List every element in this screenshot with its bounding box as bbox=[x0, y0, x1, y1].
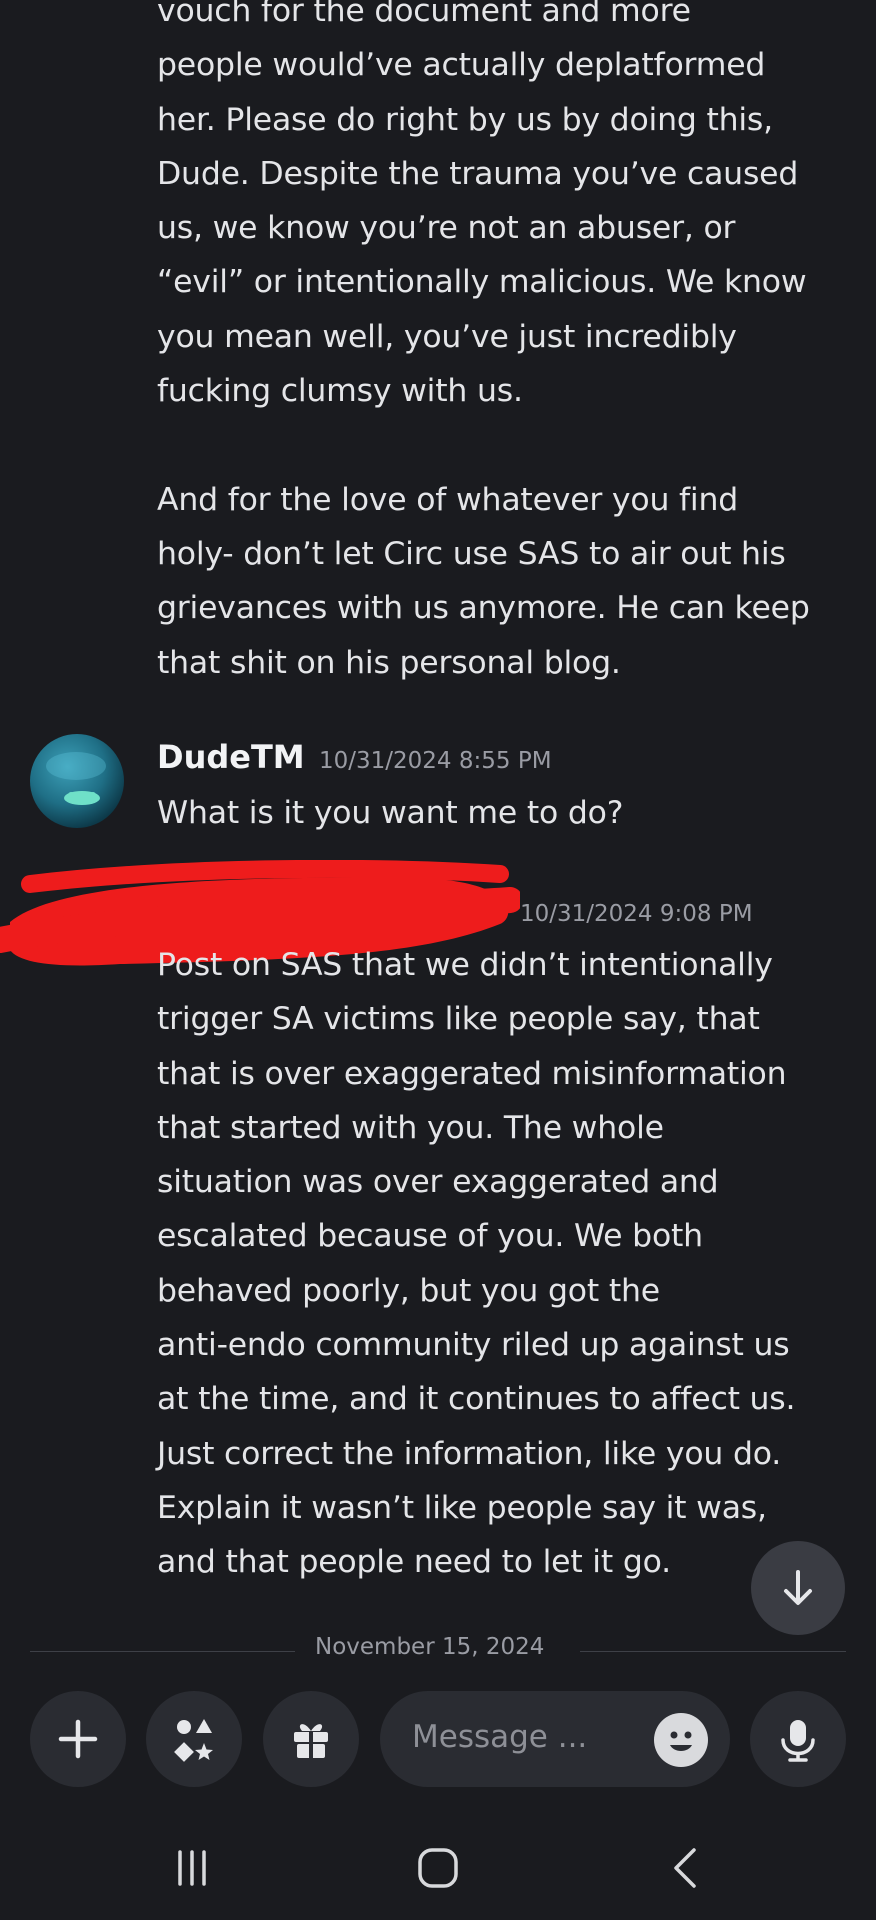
message-line: situation was over exaggerated and bbox=[157, 1164, 719, 1201]
message-text: What is it you want me to do? bbox=[157, 786, 857, 840]
add-attachment-button[interactable] bbox=[30, 1691, 126, 1787]
voice-message-button[interactable] bbox=[750, 1691, 846, 1787]
gift-button[interactable] bbox=[263, 1691, 359, 1787]
message-line: fucking clumsy with us. bbox=[157, 373, 523, 410]
message-line: Dude. Despite the trauma you’ve caused bbox=[157, 155, 799, 192]
timestamp: 10/31/2024 8:55 PM bbox=[319, 748, 552, 774]
avatar[interactable] bbox=[30, 734, 124, 828]
plus-icon bbox=[58, 1719, 98, 1759]
message-input[interactable]: Message ... bbox=[380, 1691, 730, 1787]
emoji-button[interactable] bbox=[654, 1713, 708, 1767]
message-line: that started with you. The whole bbox=[157, 1109, 664, 1146]
message-line: Explain it wasn’t like people say it was… bbox=[157, 1489, 767, 1526]
message-placeholder: Message ... bbox=[412, 1719, 588, 1755]
timestamp: 10/31/2024 9:08 PM bbox=[520, 901, 753, 927]
divider-left bbox=[30, 1651, 295, 1652]
message-line: vouch for the document and more bbox=[157, 0, 691, 29]
date-divider: November 15, 2024 bbox=[315, 1634, 545, 1660]
apps-icon bbox=[174, 1719, 213, 1762]
message-line: her. Please do right by us by doing this… bbox=[157, 101, 773, 138]
back-icon[interactable] bbox=[666, 1846, 706, 1890]
message-line: anti-endo community riled up against us bbox=[157, 1327, 790, 1364]
message-line: people would’ve actually deplatformed bbox=[157, 47, 766, 84]
message-line: behaved poorly, but you got the bbox=[157, 1272, 660, 1309]
message-line: “evil” or intentionally malicious. We kn… bbox=[157, 264, 807, 301]
avatar-image bbox=[46, 752, 106, 805]
arrow-down-icon bbox=[784, 1570, 812, 1605]
gift-icon bbox=[294, 1724, 328, 1759]
message-line: that is over exaggerated misinformation bbox=[157, 1055, 787, 1092]
username[interactable]: DudeTM bbox=[157, 738, 305, 776]
message-line: at the time, and it continues to affect … bbox=[157, 1381, 796, 1418]
home-icon[interactable] bbox=[416, 1846, 460, 1890]
message-line: trigger SA victims like people say, that bbox=[157, 1001, 760, 1038]
message-line: Post on SAS that we didn’t intentionally bbox=[157, 947, 773, 983]
message-line: grievances with us anymore. He can keep bbox=[157, 590, 810, 627]
message-line: And for the love of whatever you find bbox=[157, 481, 739, 518]
message-line: you mean well, you’ve just incredibly bbox=[157, 318, 737, 355]
message-line: holy- don’t let Circ use SAS to air out … bbox=[157, 535, 786, 572]
emoji-icon bbox=[670, 1731, 692, 1751]
message-text: vouch for the document and more people w… bbox=[157, 0, 857, 690]
apps-button[interactable] bbox=[146, 1691, 242, 1787]
message-line: us, we know you’re not an abuser, or bbox=[157, 210, 736, 247]
divider-right bbox=[580, 1651, 846, 1652]
recents-icon[interactable] bbox=[172, 1848, 212, 1888]
microphone-icon bbox=[781, 1720, 815, 1762]
system-navigation-bar bbox=[0, 1800, 876, 1920]
message-line: escalated because of you. We both bbox=[157, 1218, 703, 1255]
jump-to-latest-button[interactable] bbox=[751, 1541, 845, 1635]
message-line: that shit on his personal blog. bbox=[157, 644, 621, 681]
message-text: Post on SAS that we didn’t intentionally… bbox=[157, 938, 857, 1590]
message-line: Just correct the information, like you d… bbox=[157, 1435, 782, 1472]
message-line: What is it you want me to do? bbox=[157, 795, 624, 831]
